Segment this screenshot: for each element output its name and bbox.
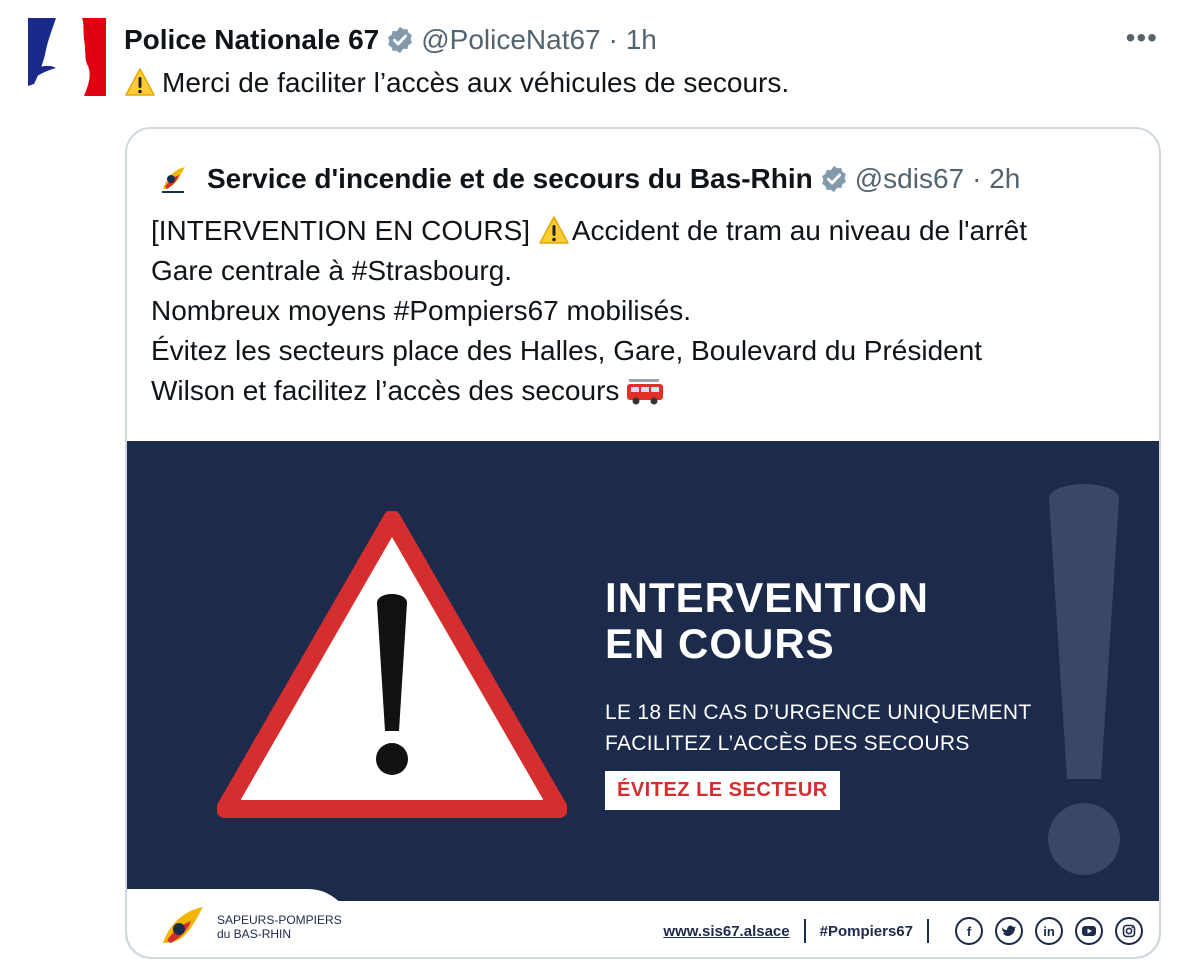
divider: [927, 919, 929, 943]
quoted-time[interactable]: · 2h: [972, 163, 1020, 195]
facebook-icon: f: [955, 917, 983, 945]
fire-engine-emoji-icon: [627, 379, 664, 405]
quoted-line: Wilson et facilitez l’accès des secours: [151, 371, 1027, 411]
intervention-subtitle: LE 18 EN CAS D’URGENCE UNIQUEMENT FACILI…: [605, 701, 1032, 755]
author-name[interactable]: Police Nationale 67: [124, 24, 379, 56]
sdis67-logo-avatar[interactable]: [153, 159, 193, 199]
quoted-line: Gare centrale à #Strasbourg.: [151, 255, 513, 286]
sapeurs-pompiers-logo: [163, 907, 203, 943]
verified-badge-icon: [821, 165, 846, 193]
background-exclamation-icon: [1048, 484, 1120, 875]
author-handle[interactable]: @PoliceNat67: [421, 24, 600, 56]
website-link: www.sis67.alsace: [663, 922, 790, 940]
quoted-handle[interactable]: @sdis67: [855, 163, 964, 195]
footer-links: www.sis67.alsace #Pompiers67 f in: [663, 911, 1143, 951]
tweet-time[interactable]: · 1h: [609, 24, 657, 56]
tweet-body: Merci de faciliter l’accès aux véhicules…: [162, 67, 790, 98]
quoted-tweet-card[interactable]: Service d'incendie et de secours du Bas-…: [125, 127, 1161, 959]
hashtag-text: #Pompiers67: [819, 922, 913, 940]
quoted-line: [INTERVENTION EN COURS] Accident de tram…: [151, 215, 1028, 246]
verified-badge-icon: [388, 26, 413, 54]
quoted-text: [INTERVENTION EN COURS] Accident de tram…: [151, 211, 1027, 411]
avoid-sector-label: ÉVITEZ LE SECTEUR: [605, 771, 840, 810]
footer-logo-text: SAPEURS-POMPIERS du BAS-RHIN: [217, 913, 342, 941]
twitter-icon: [995, 917, 1023, 945]
intervention-title: INTERVENTION EN COURS: [605, 574, 929, 667]
warning-emoji-icon: [125, 68, 155, 96]
quoted-line: Évitez les secteurs place des Halles, Ga…: [151, 335, 983, 366]
more-options-icon[interactable]: •••: [1126, 22, 1158, 54]
intervention-image[interactable]: INTERVENTION EN COURS LE 18 EN CAS D’URG…: [127, 441, 1159, 957]
tweet-text: Merci de faciliter l’accès aux véhicules…: [124, 64, 789, 102]
marianne-logo-avatar[interactable]: [26, 16, 108, 98]
warning-triangle-icon: [217, 511, 567, 818]
linkedin-icon: in: [1035, 917, 1063, 945]
instagram-icon: [1115, 917, 1143, 945]
youtube-icon: [1075, 917, 1103, 945]
warning-emoji-icon: [539, 216, 569, 244]
quoted-author-name[interactable]: Service d'incendie et de secours du Bas-…: [207, 163, 813, 195]
tweet-header: Police Nationale 67 @PoliceNat67 · 1h: [124, 20, 657, 60]
quoted-line: Nombreux moyens #Pompiers67 mobilisés.: [151, 295, 691, 326]
quoted-header: Service d'incendie et de secours du Bas-…: [153, 159, 1020, 199]
divider: [803, 919, 806, 943]
